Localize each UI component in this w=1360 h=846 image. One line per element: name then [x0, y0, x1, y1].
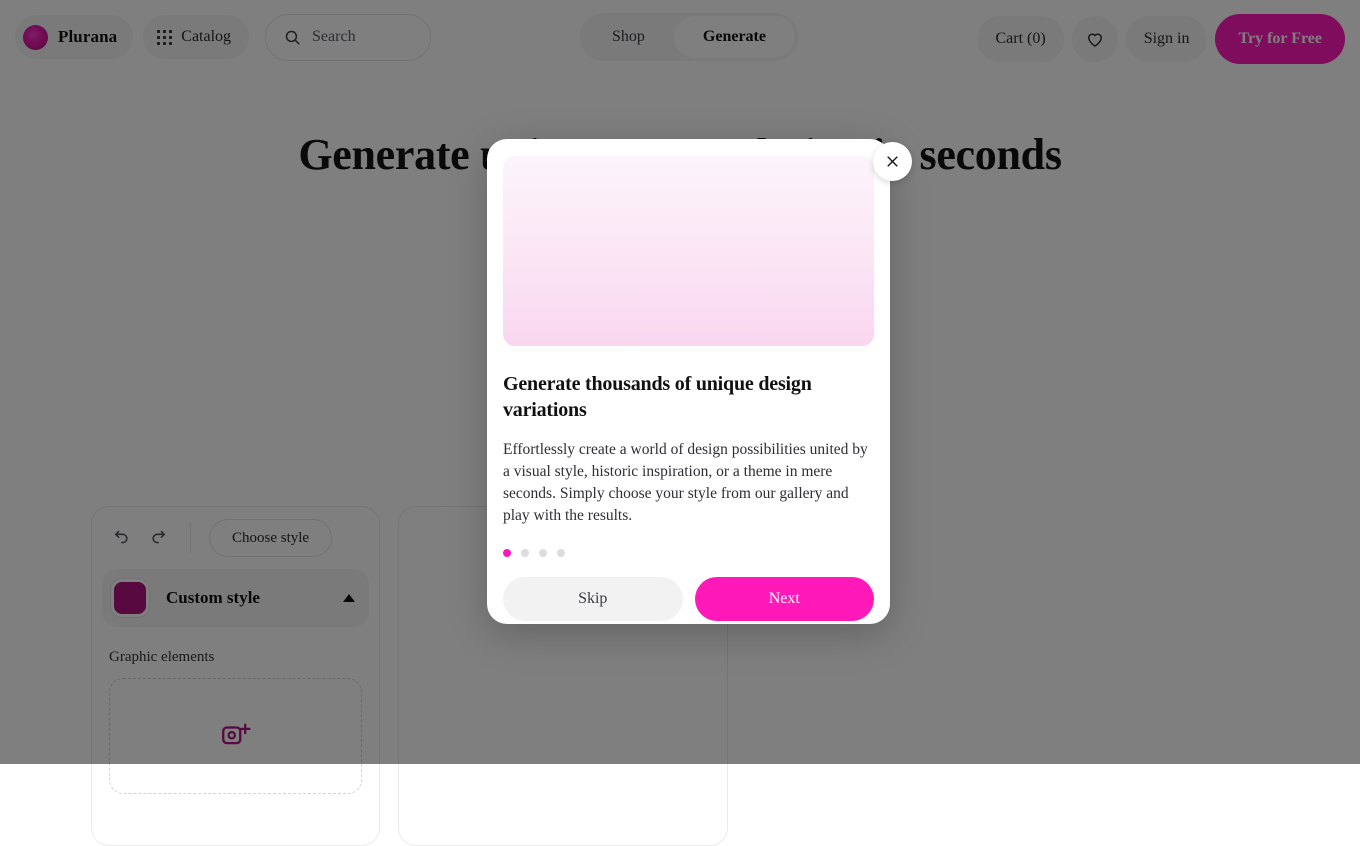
modal-description: Effortlessly create a world of design po… [503, 439, 874, 527]
next-button[interactable]: Next [695, 577, 875, 621]
step-dot-4[interactable] [557, 549, 565, 557]
onboarding-modal: Generate thousands of unique design vari… [487, 139, 890, 624]
skip-button[interactable]: Skip [503, 577, 683, 621]
modal-actions: Skip Next [503, 577, 874, 621]
modal-preview-image [503, 156, 874, 346]
step-dot-2[interactable] [521, 549, 529, 557]
step-indicator [503, 549, 890, 557]
step-dot-1[interactable] [503, 549, 511, 557]
close-icon [885, 154, 900, 169]
close-button[interactable] [873, 142, 912, 181]
step-dot-3[interactable] [539, 549, 547, 557]
modal-title: Generate thousands of unique design vari… [503, 371, 874, 423]
